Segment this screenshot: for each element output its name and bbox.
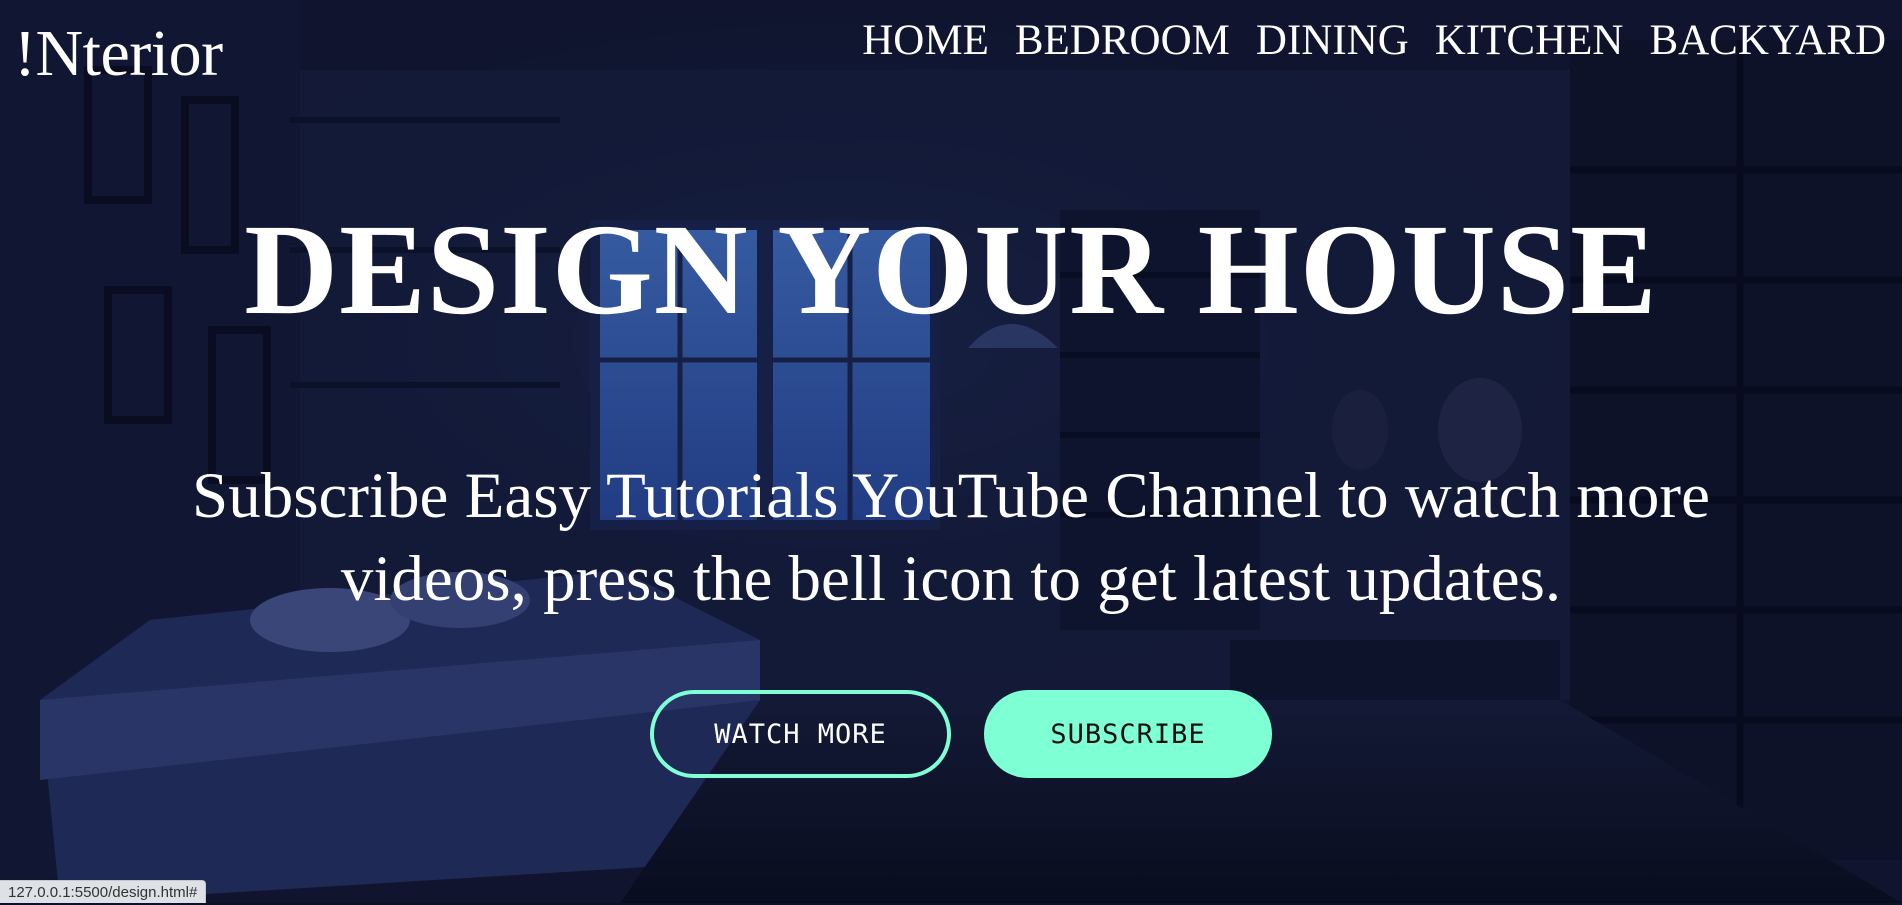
watch-more-button[interactable]: WATCH MORE (650, 690, 951, 778)
hero-section (0, 0, 1902, 903)
hero-subtitle: Subscribe Easy Tutorials YouTube Channel… (0, 455, 1902, 621)
hero-subtitle-line-2: videos, press the bell icon to get lates… (340, 543, 1562, 615)
subscribe-button[interactable]: SUBSCRIBE (984, 690, 1272, 778)
hero-title: DESIGN YOUR HOUSE (244, 198, 1658, 342)
site-logo[interactable]: !Nterior (14, 14, 223, 94)
dark-overlay (0, 0, 1902, 903)
nav-link-home[interactable]: HOME (862, 14, 989, 68)
nav-link-bedroom[interactable]: BEDROOM (1015, 14, 1230, 68)
nav-link-dining[interactable]: DINING (1256, 14, 1409, 68)
hero-subtitle-line-1: Subscribe Easy Tutorials YouTube Channel… (192, 460, 1710, 532)
browser-status-url: 127.0.0.1:5500/design.html# (0, 880, 207, 903)
nav-link-kitchen[interactable]: KITCHEN (1435, 14, 1624, 68)
nav-link-backyard[interactable]: BACKYARD (1649, 14, 1886, 68)
main-nav: HOME BEDROOM DINING KITCHEN BACKYARD (862, 14, 1886, 68)
